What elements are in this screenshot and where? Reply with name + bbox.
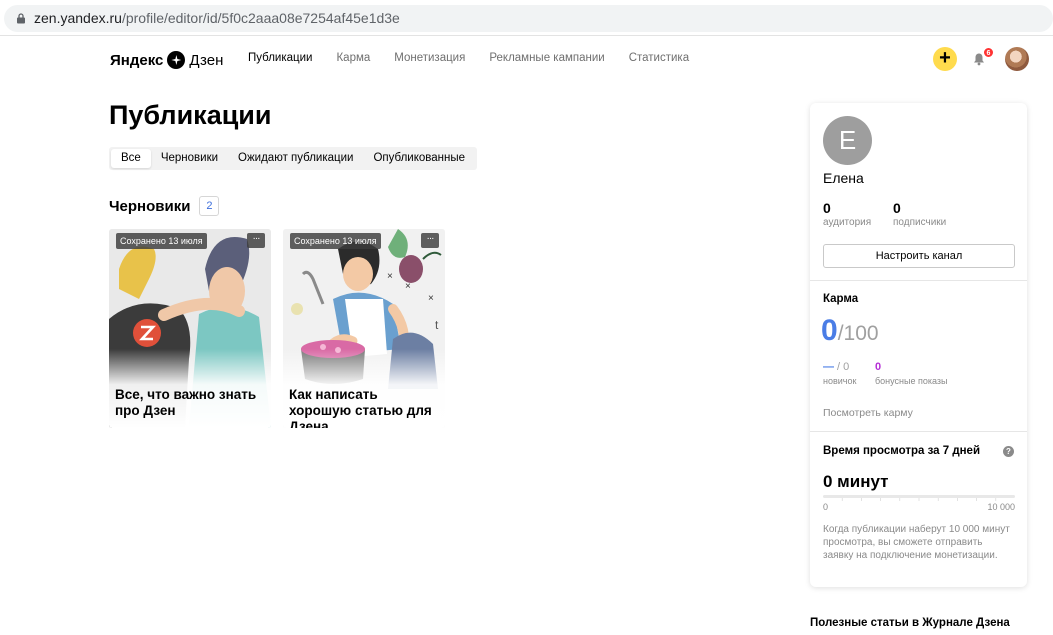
- audience-stat: 0 аудитория: [823, 200, 871, 228]
- zen-star-icon: [167, 51, 186, 69]
- card-title[interactable]: Все, что важно знать про Дзен: [115, 387, 269, 419]
- subscribers-label: подписчики: [893, 217, 947, 228]
- karma-heading: Карма: [823, 293, 859, 305]
- newbie-label: новичок: [823, 376, 857, 386]
- channel-name[interactable]: Елена: [823, 170, 864, 186]
- drafts-count-badge: 2: [199, 196, 220, 216]
- url-host: zen.yandex.ru: [34, 10, 122, 26]
- add-publication-button[interactable]: +: [933, 47, 957, 71]
- progress-ticks: [841, 498, 997, 501]
- watch-time-heading: Время просмотра за 7 дней: [823, 445, 981, 457]
- subscribers-stat: 0 подписчики: [893, 200, 946, 228]
- subscribers-value: 0: [893, 200, 901, 216]
- saved-date-badge: Сохранено 13 июля: [116, 233, 207, 249]
- url-field[interactable]: zen.yandex.ru/profile/editor/id/5f0c2aaa…: [4, 5, 1053, 32]
- nav-karma[interactable]: Карма: [336, 52, 370, 64]
- nav-monetization[interactable]: Монетизация: [394, 52, 465, 64]
- progress-max-label: 10 000: [987, 502, 1015, 512]
- bonus-value: 0: [875, 361, 882, 373]
- karma-value: 0 /100: [821, 314, 879, 348]
- setup-channel-button[interactable]: Настроить канал: [823, 244, 1015, 268]
- svg-text:×: ×: [405, 281, 411, 292]
- draft-card[interactable]: × × × t Сохранено 13 июля ··· Как написа…: [283, 229, 445, 428]
- saved-date-badge: Сохранено 13 июля: [290, 233, 381, 249]
- drafts-heading-text: Черновики: [109, 197, 191, 215]
- lock-icon: [17, 13, 25, 24]
- karma-current: 0: [821, 314, 838, 347]
- notification-count-badge: 6: [983, 47, 994, 58]
- card-menu-button[interactable]: ···: [421, 233, 439, 248]
- drafts-section-heading: Черновики 2: [109, 196, 220, 216]
- nav-statistics[interactable]: Статистика: [629, 52, 689, 64]
- yandex-zen-logo[interactable]: Яндекс Дзен: [110, 49, 223, 71]
- newbie-max: / 0: [834, 361, 850, 373]
- draft-card[interactable]: Сохранено 13 июля ··· Все, что важно зна…: [109, 229, 271, 428]
- channel-sidebar: Е Елена 0 аудитория 0 подписчики Настрои…: [810, 103, 1027, 587]
- logo-product: Дзен: [189, 51, 224, 69]
- svg-text:×: ×: [387, 271, 393, 282]
- publication-tabs: Все Черновики Ожидают публикации Опублик…: [109, 147, 478, 170]
- divider: [810, 431, 1027, 432]
- audience-value: 0: [823, 200, 831, 216]
- useful-articles-heading: Полезные статьи в Журнале Дзена: [810, 617, 1010, 629]
- watch-time-value: 0 минут: [823, 472, 889, 491]
- page-title: Публикации: [109, 100, 272, 130]
- nav-ad-campaigns[interactable]: Рекламные кампании: [489, 52, 604, 64]
- monetization-note: Когда публикации наберут 10 000 минут пр…: [823, 524, 1010, 561]
- channel-avatar[interactable]: Е: [823, 116, 872, 165]
- progress-min-label: 0: [823, 502, 829, 512]
- logo-brand: Яндекс: [110, 51, 164, 69]
- nav-publications[interactable]: Публикации: [248, 52, 312, 64]
- newbie-stat: — / 0 новичок: [823, 361, 856, 386]
- url-path: /profile/editor/id/5f0c2aaa08e7254af45e1…: [121, 10, 400, 26]
- bonus-stat: 0 бонусные показы: [875, 361, 948, 386]
- main-nav: Публикации Карма Монетизация Рекламные к…: [248, 52, 713, 64]
- top-navigation: Яндекс Дзен Публикации Карма Монетизация…: [0, 36, 1053, 84]
- user-avatar[interactable]: [1005, 47, 1029, 71]
- bonus-label: бонусные показы: [875, 376, 948, 386]
- audience-label: аудитория: [823, 217, 872, 228]
- svg-text:×: ×: [428, 293, 434, 304]
- card-title[interactable]: Как написать хорошую статью для Дзена: [289, 387, 443, 428]
- card-menu-button[interactable]: ···: [247, 233, 265, 248]
- newbie-value: —: [823, 361, 834, 373]
- browser-address-bar: zen.yandex.ru/profile/editor/id/5f0c2aaa…: [0, 0, 1053, 36]
- tab-published[interactable]: Опубликованные: [363, 149, 475, 168]
- karma-max: /100: [837, 322, 879, 345]
- divider: [810, 280, 1027, 281]
- tab-pending[interactable]: Ожидают публикации: [228, 149, 363, 168]
- tab-drafts[interactable]: Черновики: [151, 149, 228, 168]
- url-text: zen.yandex.ru/profile/editor/id/5f0c2aaa…: [34, 10, 400, 26]
- help-icon[interactable]: ?: [1003, 446, 1014, 457]
- tab-all[interactable]: Все: [111, 149, 151, 168]
- view-karma-link[interactable]: Посмотреть карму: [823, 407, 913, 419]
